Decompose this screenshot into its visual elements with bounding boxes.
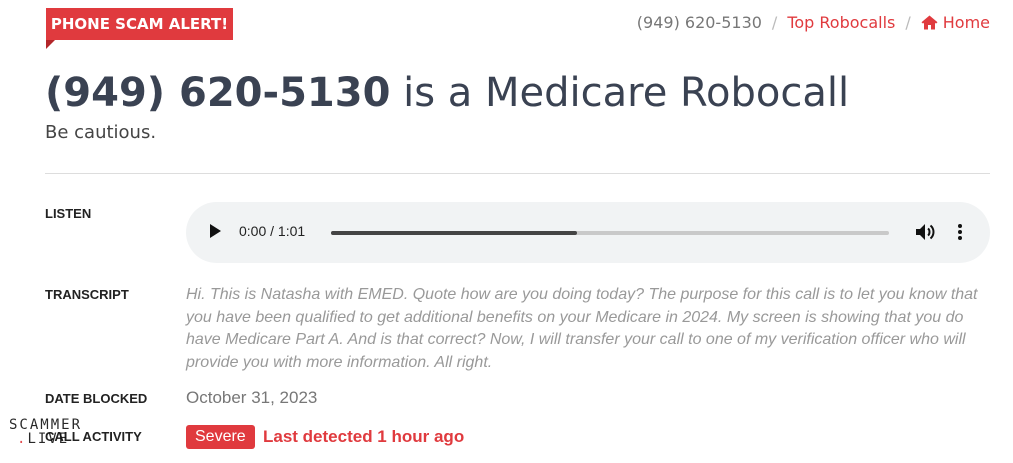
divider xyxy=(45,173,990,174)
home-link[interactable]: Home xyxy=(921,13,990,32)
audio-progress-fill xyxy=(331,231,577,235)
severity-badge: Severe xyxy=(186,425,255,449)
listen-label: LISTEN xyxy=(45,206,92,221)
date-blocked-label: DATE BLOCKED xyxy=(45,391,148,406)
page-title: (949) 620-5130 is a Medicare Robocall xyxy=(45,70,849,116)
audio-player[interactable]: 0:00 / 1:01 xyxy=(186,202,990,263)
play-icon[interactable] xyxy=(210,224,221,238)
volume-icon[interactable] xyxy=(915,222,937,242)
badge-ribbon-tail xyxy=(46,40,55,49)
date-blocked-value: October 31, 2023 xyxy=(186,388,318,407)
scammer-live-watermark: SCAMMER .LIVE xyxy=(9,418,89,446)
breadcrumb: (949) 620-5130 / Top Robocalls / Home xyxy=(637,13,990,32)
home-link-label: Home xyxy=(942,13,990,32)
transcript-text: Hi. This is Natasha with EMED. Quote how… xyxy=(186,286,978,371)
title-suffix: is a Medicare Robocall xyxy=(403,70,850,116)
breadcrumb-separator: / xyxy=(771,13,778,32)
more-vertical-icon[interactable] xyxy=(957,222,963,242)
watermark-dot: . xyxy=(17,431,28,447)
breadcrumb-phone: (949) 620-5130 xyxy=(636,13,762,32)
page-subtitle: Be cautious. xyxy=(45,122,157,143)
watermark-line2: LIVE xyxy=(27,431,70,447)
title-phone-number: (949) 620-5130 xyxy=(45,70,391,116)
home-icon xyxy=(921,15,938,30)
scam-alert-badge: PHONE SCAM ALERT! xyxy=(46,8,233,40)
transcript-label: TRANSCRIPT xyxy=(45,287,129,302)
last-detected-text: Last detected 1 hour ago xyxy=(263,427,465,446)
breadcrumb-separator: / xyxy=(905,13,911,32)
scam-alert-label: PHONE SCAM ALERT! xyxy=(50,15,229,33)
audio-time: 0:00 / 1:01 xyxy=(239,223,306,239)
audio-progress-track[interactable] xyxy=(331,231,889,235)
top-robocalls-link[interactable]: Top Robocalls xyxy=(787,13,895,32)
